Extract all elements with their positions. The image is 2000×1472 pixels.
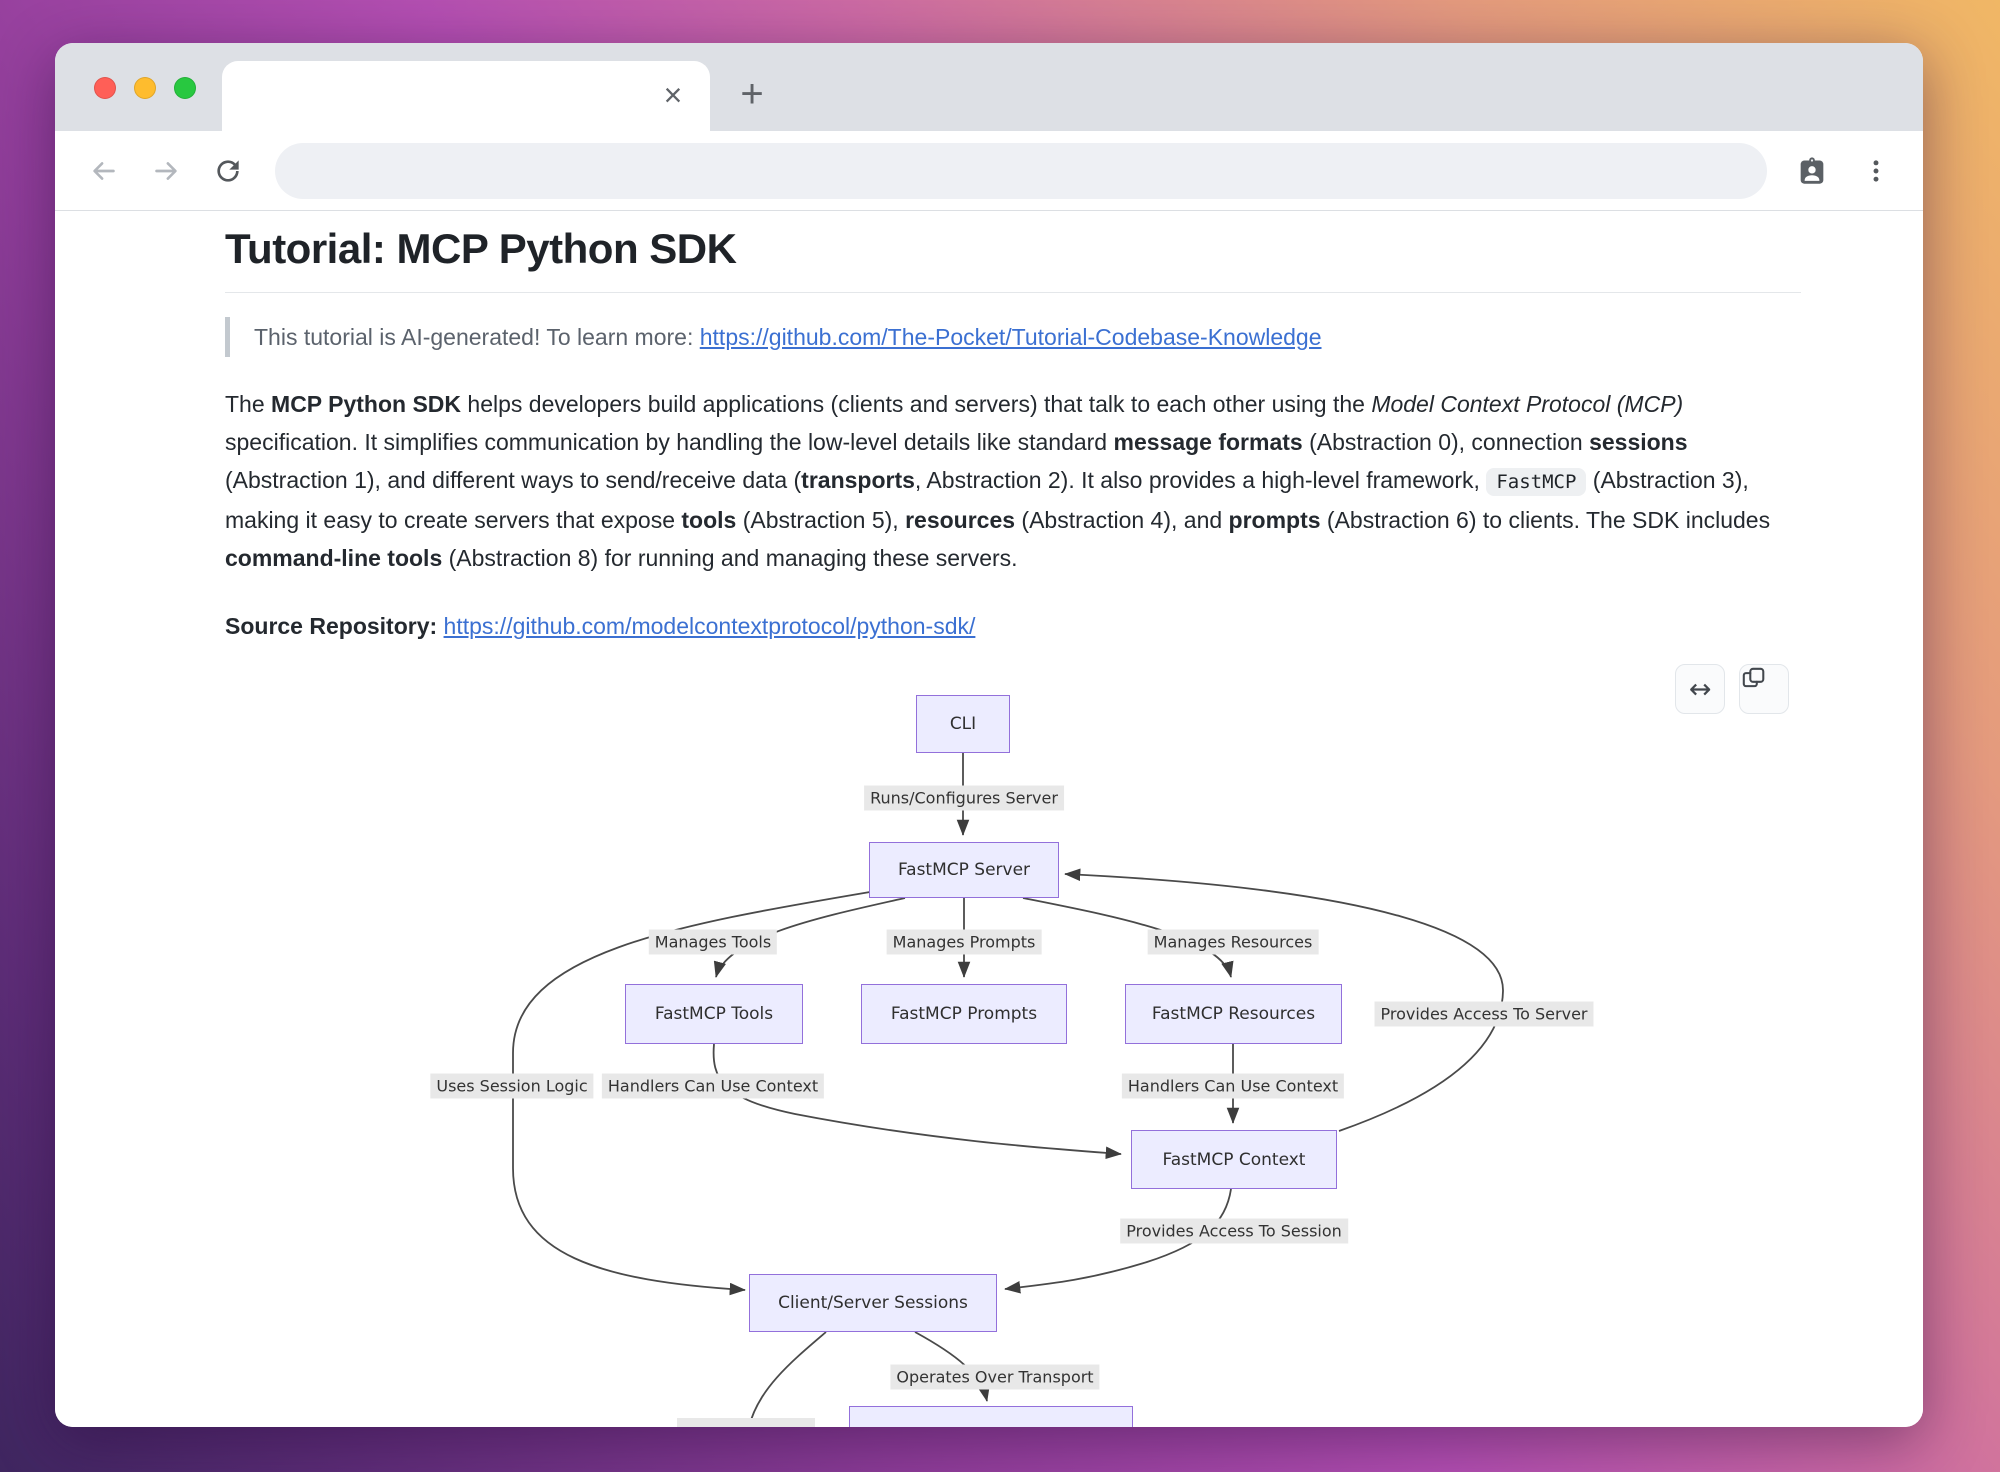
intro-segment-text: (Abstraction 6) to clients. The SDK incl… [1321,507,1771,533]
reload-icon[interactable] [203,146,253,196]
forward-icon[interactable] [141,146,191,196]
browser-toolbar [55,131,1923,211]
diagram-copy-button[interactable] [1739,664,1789,714]
intro-segment-bold: command-line tools [225,545,442,571]
callout-text: This tutorial is AI-generated! To learn … [254,324,700,350]
tab-close-icon[interactable]: × [652,75,694,117]
profile-avatar-icon[interactable] [1789,148,1835,194]
intro-segment-bold: message formats [1114,429,1303,455]
back-icon[interactable] [79,146,129,196]
intro-segment-bold: resources [905,507,1015,533]
intro-paragraph: The MCP Python SDK helps developers buil… [225,385,1801,577]
intro-segment-text: (Abstraction 0), connection [1303,429,1589,455]
page-title: Tutorial: MCP Python SDK [225,223,1801,293]
ai-generated-callout: This tutorial is AI-generated! To learn … [225,317,1801,357]
intro-segment-text: helps developers build applications (cli… [461,391,1371,417]
menu-kebab-icon[interactable] [1853,148,1899,194]
intro-segment-italic: Model Context Protocol (MCP) [1371,391,1683,417]
intro-segment-bold: MCP Python SDK [271,391,461,417]
minimize-window-button[interactable] [134,77,156,99]
new-tab-button[interactable]: + [727,61,777,131]
intro-segment-text: , Abstraction 2). It also provides a hig… [915,467,1486,493]
maximize-window-button[interactable] [174,77,196,99]
intro-segment-text: The [225,391,271,417]
page-content: Tutorial: MCP Python SDK This tutorial i… [55,211,1923,1427]
intro-segment-text: (Abstraction 1), and different ways to s… [225,467,801,493]
desktop-background: × + [0,0,2000,1472]
intro-segment-text: (Abstraction 4), and [1015,507,1229,533]
intro-segment-bold: sessions [1589,429,1687,455]
close-window-button[interactable] [94,77,116,99]
source-repository-line: Source Repository: https://github.com/mo… [225,607,1801,645]
intro-segment-text: (Abstraction 5), [736,507,905,533]
intro-segment-bold: transports [801,467,915,493]
tab-strip: × + [55,43,1923,131]
diagram-expand-button[interactable]: ↔ [1675,664,1725,714]
url-address-bar[interactable] [275,143,1767,199]
intro-segment-text: specification. It simplifies communicati… [225,429,1114,455]
browser-tab[interactable]: × [222,61,710,131]
callout-link[interactable]: https://github.com/The-Pocket/Tutorial-C… [700,324,1322,350]
intro-segment-bold: prompts [1229,507,1321,533]
expand-arrows-icon: ↔ [1689,676,1712,703]
intro-segment-text: (Abstraction 8) for running and managing… [442,545,1017,571]
intro-segment-code: FastMCP [1486,468,1586,496]
intro-segment-bold: tools [681,507,736,533]
source-repository-link[interactable]: https://github.com/modelcontextprotocol/… [444,613,976,639]
browser-window: × + [55,43,1923,1427]
source-repository-label: Source Repository: [225,613,444,639]
